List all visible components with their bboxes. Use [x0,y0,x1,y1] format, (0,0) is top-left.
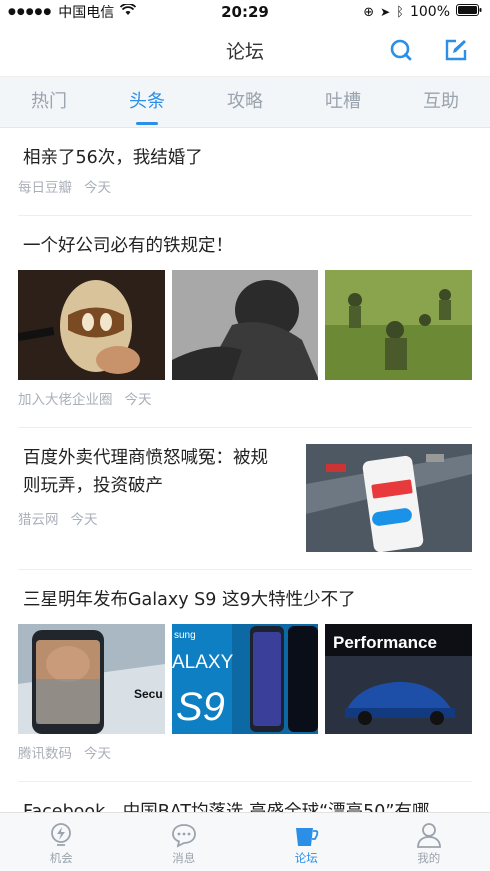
thumbnail-performance-car: Performance [325,624,473,734]
feed-item-meta: 腾讯数码 今天 [18,742,472,762]
feed-item-images: Secu sung ALAXY S9 Performance [18,624,473,734]
feed-item-meta: 猎云网 今天 [18,508,288,528]
thumbnail-food-delivery-phone [306,444,472,552]
feed-item-images [18,270,473,380]
feed-item[interactable]: 一个好公司必有的铁规定！ 加入大佬企业圈 今天 [18,216,473,428]
thumbnail-galaxy-s9-poster: sung ALAXY S9 [171,624,319,734]
image-overlay-text: S9 [176,685,225,729]
feed-item-title: 一个好公司必有的铁规定！ [23,236,233,256]
lightning-bulb-icon [51,823,72,846]
page-title: 论坛 [225,41,264,63]
compose-icon[interactable] [444,38,468,62]
status-bar: ●●●●● 中国电信 20:29 ⊕ ➤ ᛒ 100% [0,0,490,24]
battery-label: 100% [409,4,450,20]
feed-item-source: 腾讯数码 [18,746,72,762]
tabbar-item-forum[interactable]: 论坛 [245,813,368,871]
bluetooth-icon: ᛒ [396,4,404,20]
search-icon[interactable] [389,38,413,62]
feed-item-source: 猎云网 [18,512,59,528]
coffee-cup-icon [296,828,319,846]
lock-rotation-icon: ⊕ [363,4,375,20]
image-overlay-text: sung [174,630,196,641]
feed-item-time: 今天 [124,392,152,408]
feed-item[interactable]: 三星明年发布Galaxy S9 这9大特性少不了 Secu sung ALAXY S… [18,570,473,782]
feed-item-time: 今天 [84,746,111,762]
tab-help[interactable]: 互助 [392,77,490,127]
bottom-tab-bar: 机会 消息 论坛 我的 [0,812,490,871]
nav-bar: 论坛 [0,24,490,77]
tabbar-label: 机会 [49,851,73,865]
feed-item[interactable]: 相亲了56次，我结婚了 每日豆瓣 今天 [18,128,472,216]
tab-hot[interactable]: 热门 [0,77,98,127]
thumbnail-athlete [171,270,319,380]
tabbar-item-messages[interactable]: 消息 [123,813,246,871]
thumbnail-egg-carving [18,270,165,380]
tab-guides[interactable]: 攻略 [196,77,294,127]
tab-rants[interactable]: 吐槽 [294,77,392,127]
feed-item-time: 今天 [84,180,111,196]
feed-item-meta: 每日豆瓣 今天 [18,176,472,196]
feed-item-time: 今天 [70,512,98,528]
tabbar-label: 消息 [172,851,196,865]
tabbar-label: 论坛 [294,851,318,865]
feed-item-meta: 加入大佬企业圈 今天 [18,388,472,408]
signal-icon: ●●●●● [8,7,53,17]
feed-item-title: 相亲了56次，我结婚了 [23,148,203,168]
wifi-icon [120,3,137,20]
feed-list: 相亲了56次，我结婚了 每日豆瓣 今天 一个好公司必有的铁规定！ 加入大佬企业圈… [0,128,490,826]
tabbar-item-me[interactable]: 我的 [368,813,490,871]
feed-item[interactable]: 百度外卖代理商愤怒喊冤：被规则玩弄，投资破产 猎云网 今天 [18,428,472,570]
person-icon [416,823,441,848]
tabbar-label: 我的 [417,851,441,865]
location-icon: ➤ [380,5,391,19]
tabbar-item-opportunities[interactable]: 机会 [0,813,123,871]
thumbnail-galaxy-phone-security: Secu [18,624,165,734]
category-tabs: 热门 头条 攻略 吐槽 互助 [0,77,490,128]
feed-item-source: 每日豆瓣 [18,180,72,196]
tab-headlines[interactable]: 头条 [98,77,196,127]
feed-item-title: 百度外卖代理商愤怒喊冤：被规则玩弄，投资破产 [23,448,268,496]
battery-icon [456,4,482,20]
feed-item-title: 三星明年发布Galaxy S9 这9大特性少不了 [23,590,356,610]
image-overlay-text: Secu [134,687,163,701]
chat-bubble-icon [171,824,196,848]
feed-item-source: 加入大佬企业圈 [18,392,113,408]
thumbnail-soldiers [325,270,473,380]
carrier-label: 中国电信 [58,5,115,21]
image-overlay-text: ALAXY [172,652,234,673]
image-overlay-text: Performance [333,633,437,652]
